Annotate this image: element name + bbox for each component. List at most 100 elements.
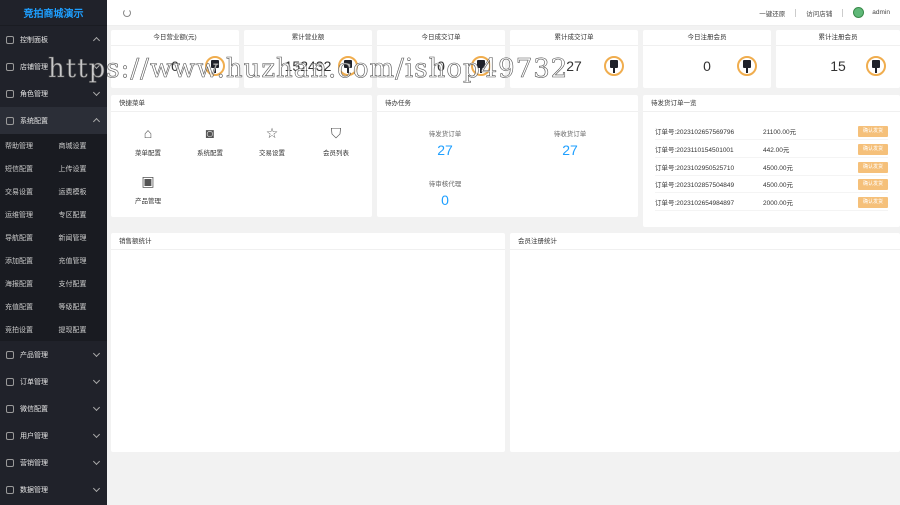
submenu-item[interactable]: 交易设置 <box>0 180 54 203</box>
sidebar-item-wechat[interactable]: 微信配置 <box>0 395 107 422</box>
ship-button[interactable]: 确认发货 <box>858 161 888 173</box>
quick-menu-item[interactable]: ◙ 系统配置 <box>185 122 235 157</box>
home-icon <box>6 35 14 44</box>
order-number: 订单号:2023102950525710 <box>655 165 735 172</box>
sidebar-item-marketing[interactable]: 营销管理 <box>0 449 107 476</box>
todo-label: 待收货订单 <box>553 131 587 138</box>
quick-menu-item[interactable]: ▣ 产品管理 <box>123 170 173 205</box>
chevron-down-icon <box>92 376 101 385</box>
order-amount: 4500.00元 <box>763 182 793 189</box>
stat-value: 152432 <box>284 58 332 74</box>
stat-card: 累计营业额 152432 <box>244 30 372 88</box>
panel-title: 销售额统计 <box>111 233 505 250</box>
stat-card: 今日成交订单 0 <box>377 30 505 88</box>
table-row: 订单号:2023102857504849 4500.00元 确认发货 <box>655 176 888 193</box>
chevron-up-icon <box>92 117 101 126</box>
username[interactable]: admin <box>872 9 890 16</box>
submenu-item[interactable]: 专区配置 <box>54 203 108 226</box>
submenu-item[interactable]: 海报配置 <box>0 272 54 295</box>
order-amount: 442.00元 <box>763 147 790 154</box>
panel-title: 快捷菜单 <box>111 95 372 112</box>
sidebar-item-dashboard[interactable]: 控制面板 <box>0 26 107 53</box>
avatar[interactable] <box>853 7 865 18</box>
todo-label: 待审核代理 <box>428 181 462 188</box>
todo-item[interactable]: 待审核代理 0 <box>405 178 485 208</box>
chevron-up-icon <box>92 36 101 45</box>
submenu-item[interactable]: 导航配置 <box>0 226 54 249</box>
sidebar-item-data[interactable]: 数据管理 <box>0 476 107 503</box>
submenu-item[interactable]: 提现配置 <box>54 318 108 341</box>
ship-button[interactable]: 确认发货 <box>858 196 888 208</box>
sidebar-item-roles[interactable]: 角色管理 <box>0 80 107 107</box>
home-icon <box>6 458 14 467</box>
todo-item[interactable]: 待收货订单 27 <box>530 128 610 158</box>
sidebar-item-orders[interactable]: 订单管理 <box>0 368 107 395</box>
stat-card: 累计注册会员 15 <box>776 30 900 88</box>
home-icon <box>6 116 14 125</box>
member-chart-panel: 会员注册统计 <box>510 233 900 452</box>
sidebar-item-system[interactable]: 系统配置 <box>0 107 107 134</box>
sidebar-item-label: 店铺管理 <box>20 63 48 71</box>
plug-icon <box>866 56 886 76</box>
brand-logo[interactable]: 竞拍商城演示 <box>0 0 107 26</box>
quick-menu-item[interactable]: ⛉ 会员列表 <box>311 122 361 157</box>
submenu-item[interactable]: 新闻管理 <box>54 226 108 249</box>
sidebar-item-products[interactable]: 产品管理 <box>0 341 107 368</box>
submenu-item[interactable]: 添加配置 <box>0 249 54 272</box>
camera-icon: ◙ <box>205 125 215 141</box>
quick-menu-item[interactable]: ☆ 交易设置 <box>247 122 297 157</box>
divider <box>795 8 797 17</box>
submenu-item[interactable]: 支付配置 <box>54 272 108 295</box>
submenu-item[interactable]: 等级配置 <box>54 295 108 318</box>
submenu-item[interactable]: 充值配置 <box>0 295 54 318</box>
plug-icon <box>737 56 757 76</box>
todo-item[interactable]: 待发货订单 27 <box>405 128 485 158</box>
sidebar-item-label: 产品管理 <box>20 351 48 359</box>
quick-menu-label: 菜单配置 <box>135 150 161 157</box>
stat-value: 0 <box>703 58 711 74</box>
ship-button[interactable]: 确认发货 <box>858 125 888 137</box>
stat-card: 今日营业额(元) 0 <box>111 30 239 88</box>
submenu-item[interactable]: 帮助管理 <box>0 134 54 157</box>
panel-title: 待发货订单一览 <box>643 95 900 112</box>
stat-card: 累计成交订单 27 <box>510 30 638 88</box>
submenu-item[interactable]: 竞拍设置 <box>0 318 54 341</box>
sidebar-item-label: 微信配置 <box>20 405 48 413</box>
chevron-down-icon <box>92 61 101 70</box>
stat-value: 27 <box>566 58 582 74</box>
divider <box>842 8 844 17</box>
order-amount: 2000.00元 <box>763 200 793 207</box>
sidebar-item-users[interactable]: 用户管理 <box>0 422 107 449</box>
todo-panel: 待办任务 待发货订单 27 待收货订单 27 待审核代理 0 <box>377 95 638 217</box>
submenu-item[interactable]: 充值管理 <box>54 249 108 272</box>
chevron-down-icon <box>92 457 101 466</box>
home-icon: ⌂ <box>143 125 153 141</box>
shield-icon: ⛉ <box>330 125 342 141</box>
sidebar-item-label: 订单管理 <box>20 378 48 386</box>
home-icon <box>6 485 14 494</box>
submenu-item[interactable]: 运费模板 <box>54 180 108 203</box>
sidebar: 竞拍商城演示 控制面板 店铺管理 角色管理 系统配置 帮助管理 商城设置 短信配… <box>0 0 107 505</box>
stat-card: 今日注册会员 0 <box>643 30 771 88</box>
submenu-item[interactable]: 商城设置 <box>54 134 108 157</box>
top-header: 一键还原 访问店铺 admin <box>107 0 900 26</box>
submenu-item[interactable]: 上传设置 <box>54 157 108 180</box>
sidebar-item-store[interactable]: 店铺管理 <box>0 53 107 80</box>
clear-cache-link[interactable]: 一键还原 <box>759 8 785 18</box>
system-submenu: 帮助管理 商城设置 短信配置 上传设置 交易设置 运费模板 运维管理 专区配置 … <box>0 134 107 341</box>
visit-store-link[interactable]: 访问店铺 <box>806 8 832 18</box>
stat-title: 累计营业额 <box>244 30 372 46</box>
ship-button[interactable]: 确认发货 <box>858 178 888 190</box>
stat-title: 累计注册会员 <box>776 30 900 46</box>
ship-button[interactable]: 确认发货 <box>858 143 888 155</box>
quick-menu-item[interactable]: ⌂ 菜单配置 <box>123 122 173 157</box>
plug-icon <box>338 56 358 76</box>
pending-orders-panel: 待发货订单一览 订单号:20231026575697​96 21100.00元 … <box>643 95 900 227</box>
stat-value: 15 <box>830 58 846 74</box>
refresh-icon[interactable] <box>123 8 131 17</box>
sidebar-item-label: 数据管理 <box>20 486 48 494</box>
order-amount: 4500.00元 <box>763 165 793 172</box>
submenu-item[interactable]: 运维管理 <box>0 203 54 226</box>
submenu-item[interactable]: 短信配置 <box>0 157 54 180</box>
panel-title: 待办任务 <box>377 95 638 112</box>
